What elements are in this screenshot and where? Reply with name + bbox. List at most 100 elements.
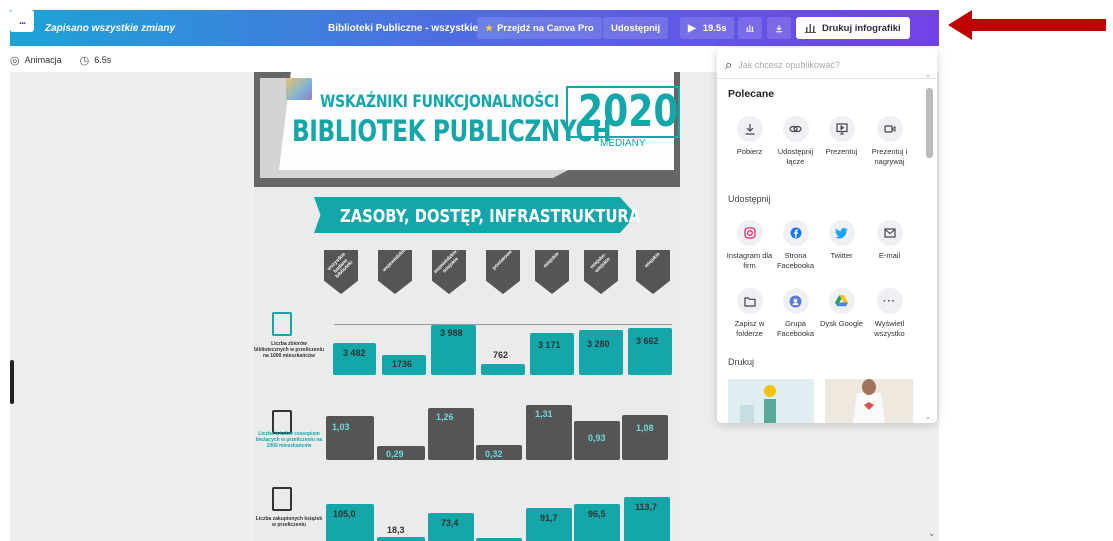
publish-option-label: Instagram dla firm [726,251,773,271]
section-title-print: Drukuj [728,357,755,367]
publish-option-label: Twitter [830,251,853,260]
category-shield: miejsko-wiejskie [584,250,618,294]
clock-icon: ◷ [79,54,90,67]
publish-option-record[interactable]: Prezentuj i nagrywaj [866,116,913,167]
page-handle[interactable] [10,360,14,404]
year-label: 2020 [578,86,679,137]
share-button[interactable]: Udostępnij [603,17,669,39]
print-product-thumbnail[interactable] [728,379,814,423]
publish-option-label: Pobierz [736,147,763,156]
print-thumb-image [825,379,913,423]
bar: 1736 [382,355,426,375]
play-duration: 19.5s [702,22,727,34]
publish-option-label: E-mail [878,251,901,260]
logo [286,78,312,100]
bar: 1,31 [526,405,572,460]
publish-option-label: Grupa Facebooka [776,319,815,339]
bar: 0,93 [574,421,620,460]
bar: 1,08 [622,415,668,460]
section-title-share: Udostępnij [728,194,771,204]
publish-option-folder[interactable]: Zapisz w folderze [726,288,773,339]
section-banner-label: ZASOBY, DOSTĘP, INFRASTRUKTURA [340,206,641,227]
instagram-icon [736,220,763,246]
median-label: MEDIANY [600,138,646,149]
play-icon: ▶ [688,22,696,34]
publish-option-label: Zapisz w folderze [734,319,765,339]
chevron-down-icon[interactable]: ⌄ [928,528,936,539]
design-title[interactable]: Biblioteki Publiczne - wszystkie [328,10,478,46]
publish-option-email[interactable]: E-mail [866,220,913,261]
bar: 1,26 [428,408,474,460]
bar: 3 988 [431,325,476,375]
print-product-thumbnail[interactable] [825,379,913,423]
link-icon [782,116,809,142]
red-arrow-annotation [948,10,1106,40]
bar: 18,3 [377,525,425,541]
insights-button[interactable] [738,17,762,39]
canva-pro-button[interactable]: ★ Przejdź na Canva Pro [477,17,602,39]
bar: 113,7 [624,497,670,541]
category-shield: powiatowe [486,250,520,294]
publish-option-label: Wyświetl wszystko [874,319,905,339]
publish-option-present[interactable]: Prezentuj [818,116,865,157]
more-icon: ··· [876,288,903,314]
row-label: Liczba tytułów czasopism bieżących w prz… [255,431,323,449]
print-infographic-label: Drukuj infografiki [822,22,901,34]
section-title-recommended: Polecane [728,88,775,100]
bar: 1,03 [326,416,374,460]
books-icon [272,312,292,336]
publish-option-link[interactable]: Udostępnij łącze [772,116,819,167]
publish-option-download[interactable]: Pobierz [726,116,773,157]
print-thumb-image [728,379,814,423]
record-icon [876,116,903,142]
animation-button[interactable]: ◎ Animacja [10,54,62,67]
publish-option-facebook-group[interactable]: Grupa Facebooka [772,288,819,339]
chevron-down-icon[interactable]: ⌄ [925,413,931,421]
facebook-icon [782,220,809,246]
bar: 91,7 [526,508,572,541]
bar: 105,0 [326,504,374,541]
panel-scrollbar[interactable]: ⌃ ⌄ [925,74,934,423]
category-shield: wojewódzkie [378,250,412,294]
duration-button[interactable]: ◷ 6.5s [80,54,112,67]
category-shield: miejskie [535,250,569,294]
download-icon [736,116,763,142]
animation-icon: ◎ [10,54,20,67]
facebook-group-icon [782,288,809,314]
books-shelf-icon [272,487,292,511]
star-icon: ★ [485,22,494,33]
download-button[interactable] [767,17,791,39]
bar: 762 [481,350,525,375]
animation-label: Animacja [24,55,62,65]
publish-option-instagram[interactable]: Instagram dla firm [726,220,773,271]
publish-option-more[interactable]: ··· Wyświetl wszystko [866,288,913,339]
publish-option-label: Prezentuj i nagrywaj [871,147,908,167]
top-bar: ↻ Zapisano wszystkie zmiany Biblioteki P… [10,10,939,46]
infographic[interactable]: WSKAŹNIKI FUNKCJONALNOŚCI BIBLIOTEK PUBL… [254,72,680,541]
publish-panel: ⌕ Polecane Udostępnij Drukuj ⌃ ⌄ Pobierz… [717,48,937,423]
scrollbar-thumb[interactable] [926,88,933,158]
infographic-heading-line2: BIBLIOTEK PUBLICZNYCH [292,114,612,148]
bar: 3 171 [530,333,574,375]
publish-option-label: Udostępnij łącze [777,147,814,167]
editor-toolbar: ◎ Animacja ◷ 6.5s [10,48,710,72]
bar: 0,32 [476,445,522,460]
publish-option-facebook[interactable]: Strona Facebooka [772,220,819,271]
canva-pro-label: Przejdź na Canva Pro [497,22,594,34]
publish-option-label: Prezentuj [825,147,858,156]
category-shield: wiejskie [636,250,670,294]
print-infographic-button[interactable]: Drukuj infografiki [796,17,910,39]
play-button[interactable]: ▶ 19.5s [680,17,735,39]
publish-option-twitter[interactable]: Twitter [818,220,865,261]
canva-editor: ↻ Zapisano wszystkie zmiany Biblioteki P… [0,0,1113,541]
save-status: Zapisano wszystkie zmiany [45,22,176,34]
publish-search-input[interactable] [738,60,909,70]
redo-icon[interactable]: ↻ [20,10,28,46]
download-icon [775,24,783,32]
publish-option-google-drive[interactable]: Dysk Google [818,288,865,329]
bar: 3 482 [333,343,376,375]
bar: 0,29 [377,446,425,460]
chevron-up-icon[interactable]: ⌃ [925,74,931,82]
bar-chart-icon [746,25,754,32]
google-drive-icon [828,288,855,314]
